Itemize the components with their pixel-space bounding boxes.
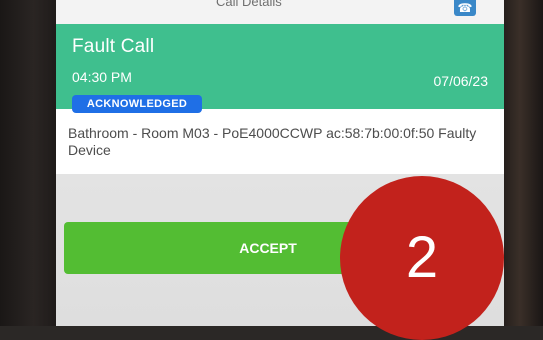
alert-description: Bathroom - Room M03 - PoE4000CCWP ac:58:…	[68, 125, 477, 158]
alert-date: 07/06/23	[433, 73, 489, 89]
alert-card: Fault Call 04:30 PM 07/06/23 ACKNOWLEDGE…	[56, 24, 504, 174]
top-bar: Call Details ☎	[56, 0, 504, 24]
alert-time: 04:30 PM	[72, 69, 132, 85]
step-number-badge: 2	[340, 176, 504, 340]
phone-photo: Call Details ☎ Fault Call 04:30 PM 07/06…	[0, 0, 543, 340]
phone-bezel-left	[0, 0, 56, 340]
phone-icon[interactable]: ☎	[454, 0, 476, 16]
alert-title: Fault Call	[72, 36, 155, 57]
screen-title: Call Details	[216, 0, 282, 9]
status-badge: ACKNOWLEDGED	[72, 95, 202, 113]
